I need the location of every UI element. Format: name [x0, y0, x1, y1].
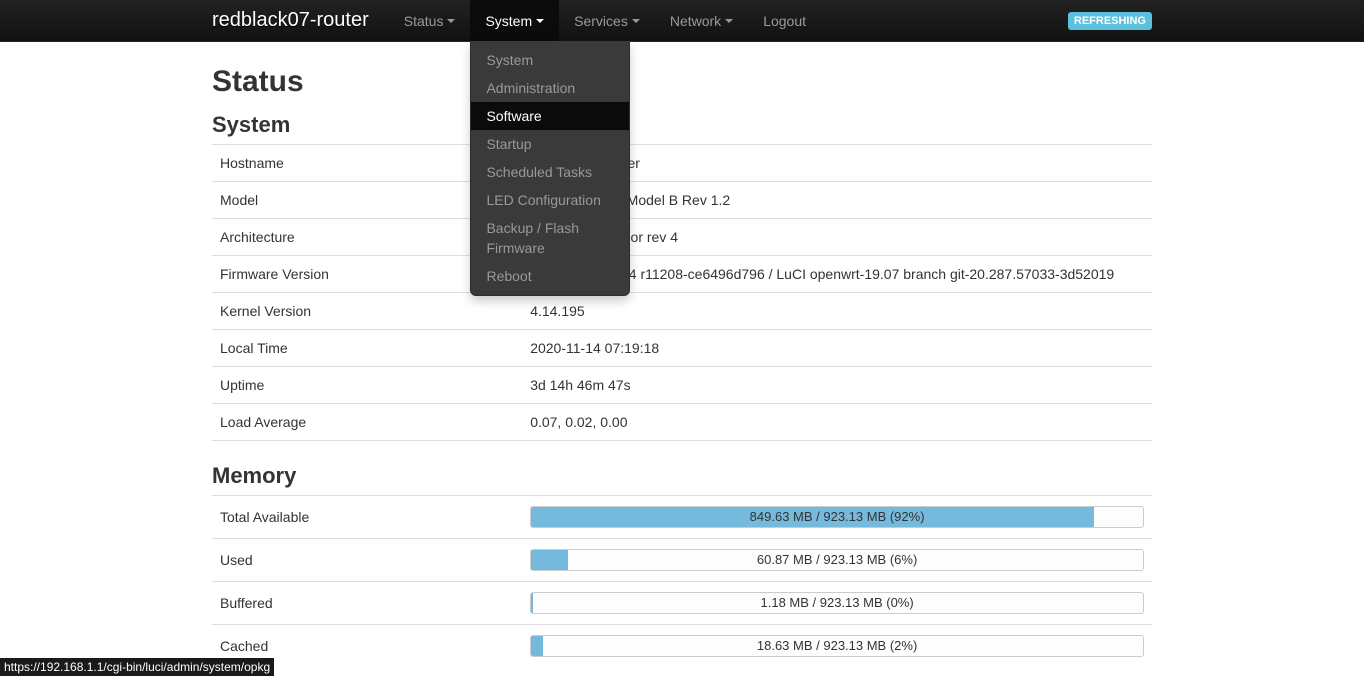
- table-row: Architecture ARMv8 Processor rev 4: [212, 219, 1152, 256]
- mem-total-label: Total Available: [212, 496, 522, 539]
- brand-hostname[interactable]: redblack07-router: [212, 0, 389, 42]
- table-row: Load Average 0.07, 0.02, 0.00: [212, 404, 1152, 441]
- browser-status-url: https://192.168.1.1/cgi-bin/luci/admin/s…: [0, 658, 274, 676]
- uptime-value: 3d 14h 46m 47s: [522, 367, 1152, 404]
- menu-backup-flash[interactable]: Backup / Flash Firmware: [471, 214, 629, 262]
- memory-table: Total Available 849.63 MB / 923.13 MB (9…: [212, 495, 1152, 667]
- mem-buffered-text: 1.18 MB / 923.13 MB (0%): [531, 593, 1143, 613]
- table-row: Used 60.87 MB / 923.13 MB (6%): [212, 539, 1152, 582]
- localtime-value: 2020-11-14 07:19:18: [522, 330, 1152, 367]
- system-info-table: Hostname redblack07-router Model Raspber…: [212, 144, 1152, 441]
- menu-scheduled-tasks[interactable]: Scheduled Tasks: [471, 158, 629, 186]
- table-row: Hostname redblack07-router: [212, 145, 1152, 182]
- menu-administration[interactable]: Administration: [471, 74, 629, 102]
- mem-buffered-label: Buffered: [212, 582, 522, 625]
- nav-system-label: System: [485, 13, 532, 29]
- page-container: Status System Hostname redblack07-router…: [212, 42, 1152, 667]
- mem-used-text: 60.87 MB / 923.13 MB (6%): [531, 550, 1143, 570]
- chevron-down-icon: [447, 19, 455, 23]
- mem-used-bar: 60.87 MB / 923.13 MB (6%): [530, 549, 1144, 571]
- table-row: Buffered 1.18 MB / 923.13 MB (0%): [212, 582, 1152, 625]
- system-dropdown: System Administration Software Startup S…: [470, 41, 630, 296]
- chevron-down-icon: [632, 19, 640, 23]
- uptime-label: Uptime: [212, 367, 522, 404]
- section-system-title: System: [212, 110, 1152, 140]
- nav-status[interactable]: Status: [389, 0, 471, 41]
- loadavg-label: Load Average: [212, 404, 522, 441]
- mem-cached-text: 18.63 MB / 923.13 MB (2%): [531, 636, 1143, 656]
- table-row: Total Available 849.63 MB / 923.13 MB (9…: [212, 496, 1152, 539]
- nav-logout-label: Logout: [763, 13, 806, 29]
- table-row: Cached 18.63 MB / 923.13 MB (2%): [212, 625, 1152, 668]
- nav-network[interactable]: Network: [655, 0, 748, 41]
- nav-logout[interactable]: Logout: [748, 0, 821, 41]
- mem-cached-bar: 18.63 MB / 923.13 MB (2%): [530, 635, 1144, 657]
- top-navbar: redblack07-router Status System System A…: [0, 0, 1364, 42]
- mem-total-text: 849.63 MB / 923.13 MB (92%): [531, 507, 1143, 527]
- chevron-down-icon: [536, 19, 544, 23]
- table-row: Uptime 3d 14h 46m 47s: [212, 367, 1152, 404]
- kernel-label: Kernel Version: [212, 293, 522, 330]
- menu-system[interactable]: System: [471, 46, 629, 74]
- section-memory-title: Memory: [212, 461, 1152, 491]
- table-row: Kernel Version 4.14.195: [212, 293, 1152, 330]
- table-row: Firmware Version OpenWrt 19.07.4 r11208-…: [212, 256, 1152, 293]
- refreshing-badge[interactable]: REFRESHING: [1068, 12, 1152, 30]
- menu-software[interactable]: Software: [471, 102, 629, 130]
- nav-services-label: Services: [574, 13, 628, 29]
- table-row: Model Raspberry Pi 3 Model B Rev 1.2: [212, 182, 1152, 219]
- nav-system[interactable]: System: [470, 0, 559, 41]
- nav-services[interactable]: Services: [559, 0, 655, 41]
- loadavg-value: 0.07, 0.02, 0.00: [522, 404, 1152, 441]
- page-title: Status: [212, 62, 1152, 102]
- mem-used-label: Used: [212, 539, 522, 582]
- nav-network-label: Network: [670, 13, 721, 29]
- menu-reboot[interactable]: Reboot: [471, 262, 629, 290]
- menu-led-configuration[interactable]: LED Configuration: [471, 186, 629, 214]
- menu-startup[interactable]: Startup: [471, 130, 629, 158]
- table-row: Local Time 2020-11-14 07:19:18: [212, 330, 1152, 367]
- nav-status-label: Status: [404, 13, 444, 29]
- kernel-value: 4.14.195: [522, 293, 1152, 330]
- chevron-down-icon: [725, 19, 733, 23]
- mem-buffered-bar: 1.18 MB / 923.13 MB (0%): [530, 592, 1144, 614]
- mem-total-bar: 849.63 MB / 923.13 MB (92%): [530, 506, 1144, 528]
- localtime-label: Local Time: [212, 330, 522, 367]
